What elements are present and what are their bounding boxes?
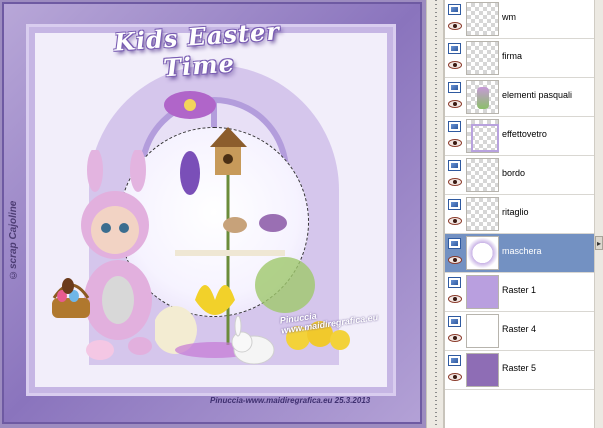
layer-row[interactable]: firma [445, 39, 595, 78]
birdhouse-hole [223, 154, 233, 164]
layer-row[interactable]: elementi pasquali [445, 78, 595, 117]
rabbit-head [231, 331, 253, 353]
visibility-eye-icon[interactable] [448, 100, 462, 108]
layer-row[interactable]: Raster 4 [445, 312, 595, 351]
layer-name: wm [502, 12, 516, 22]
visibility-eye-icon[interactable] [448, 139, 462, 147]
layer-thumbnail [466, 41, 499, 75]
layer-thumbnail [466, 236, 499, 270]
layer-thumbnail [466, 158, 499, 192]
layer-name: firma [502, 51, 522, 61]
layer-row[interactable]: Raster 1 [445, 273, 595, 312]
raster-layer-icon [448, 82, 461, 93]
bird-brown [223, 217, 247, 233]
purple-tulip [180, 151, 200, 195]
birdhouse-roof [210, 127, 247, 147]
visibility-eye-icon[interactable] [448, 22, 462, 30]
raster-layer-icon [448, 4, 461, 15]
visibility-eye-icon[interactable] [448, 61, 462, 69]
layer-row[interactable]: ritaglio [445, 195, 595, 234]
layer-name: Raster 1 [502, 285, 537, 295]
bottom-credit: Pinuccia-www.maidiregrafica.eu 25.3.2013 [210, 396, 371, 405]
visibility-eye-icon[interactable] [448, 217, 462, 225]
belly [102, 276, 134, 324]
visibility-eye-icon[interactable] [448, 334, 462, 342]
layer-name: bordo [502, 168, 526, 178]
slipper-left [86, 340, 114, 360]
raster-layer-icon [448, 121, 461, 132]
layer-row[interactable]: bordo [445, 156, 595, 195]
side-credit: ©scrap Cajoline [8, 200, 19, 280]
visibility-eye-icon[interactable] [448, 256, 462, 264]
visibility-eye-icon[interactable] [448, 295, 462, 303]
rabbit-ear [234, 316, 242, 337]
raster-layer-icon [448, 355, 461, 366]
layer-row[interactable]: Raster 5 [445, 351, 595, 390]
chick-3 [330, 330, 350, 350]
layer-row[interactable]: wm [445, 0, 595, 39]
layer-name: effettovetro [502, 129, 547, 139]
raster-layer-icon [448, 238, 461, 249]
face [91, 206, 139, 254]
layer-thumbnail [466, 314, 499, 348]
eye-left [101, 223, 111, 233]
visibility-eye-icon[interactable] [448, 373, 462, 381]
layer-name: maschera [502, 246, 542, 256]
splitter-grip[interactable] [435, 0, 437, 428]
layer-row-selected[interactable]: maschera [445, 234, 595, 273]
raster-layer-icon [448, 160, 461, 171]
leaf-cluster [255, 257, 315, 313]
layer-name: Raster 5 [502, 363, 537, 373]
white-rabbit [231, 316, 275, 365]
ear-right [130, 150, 146, 192]
easter-basket [52, 278, 90, 318]
chocolate-bunny [62, 278, 74, 294]
layer-thumbnail [466, 353, 499, 387]
layer-name: Raster 4 [502, 324, 537, 334]
fence-rail [175, 250, 285, 256]
visibility-eye-icon[interactable] [448, 178, 462, 186]
raster-layer-icon [448, 199, 461, 210]
bird [259, 214, 287, 232]
layers-scrollbar[interactable] [594, 0, 603, 428]
layer-name: elementi pasquali [502, 90, 573, 100]
layer-thumbnail [466, 2, 499, 36]
layers-palette: wm firma elementi pasquali effettovetro … [444, 0, 603, 428]
layer-thumbnail [466, 80, 499, 114]
eye-right [119, 223, 129, 233]
layer-thumbnail [466, 197, 499, 231]
leg-right [128, 337, 152, 355]
raster-layer-icon [448, 316, 461, 327]
basket-body [52, 298, 90, 318]
scroll-right-icon[interactable]: ▸ [595, 236, 603, 250]
top-flower-center [184, 99, 196, 111]
layer-row[interactable]: effettovetro [445, 117, 595, 156]
layer-thumbnail [466, 275, 499, 309]
layer-name: ritaglio [502, 207, 529, 217]
bunny-costume-girl [81, 150, 152, 360]
raster-layer-icon [448, 43, 461, 54]
raster-layer-icon [448, 277, 461, 288]
layer-thumbnail [466, 119, 499, 153]
ear-left [87, 150, 103, 192]
image-canvas[interactable]: Kids Easter Time ©scrap Cajoline Pinucci… [0, 0, 426, 428]
